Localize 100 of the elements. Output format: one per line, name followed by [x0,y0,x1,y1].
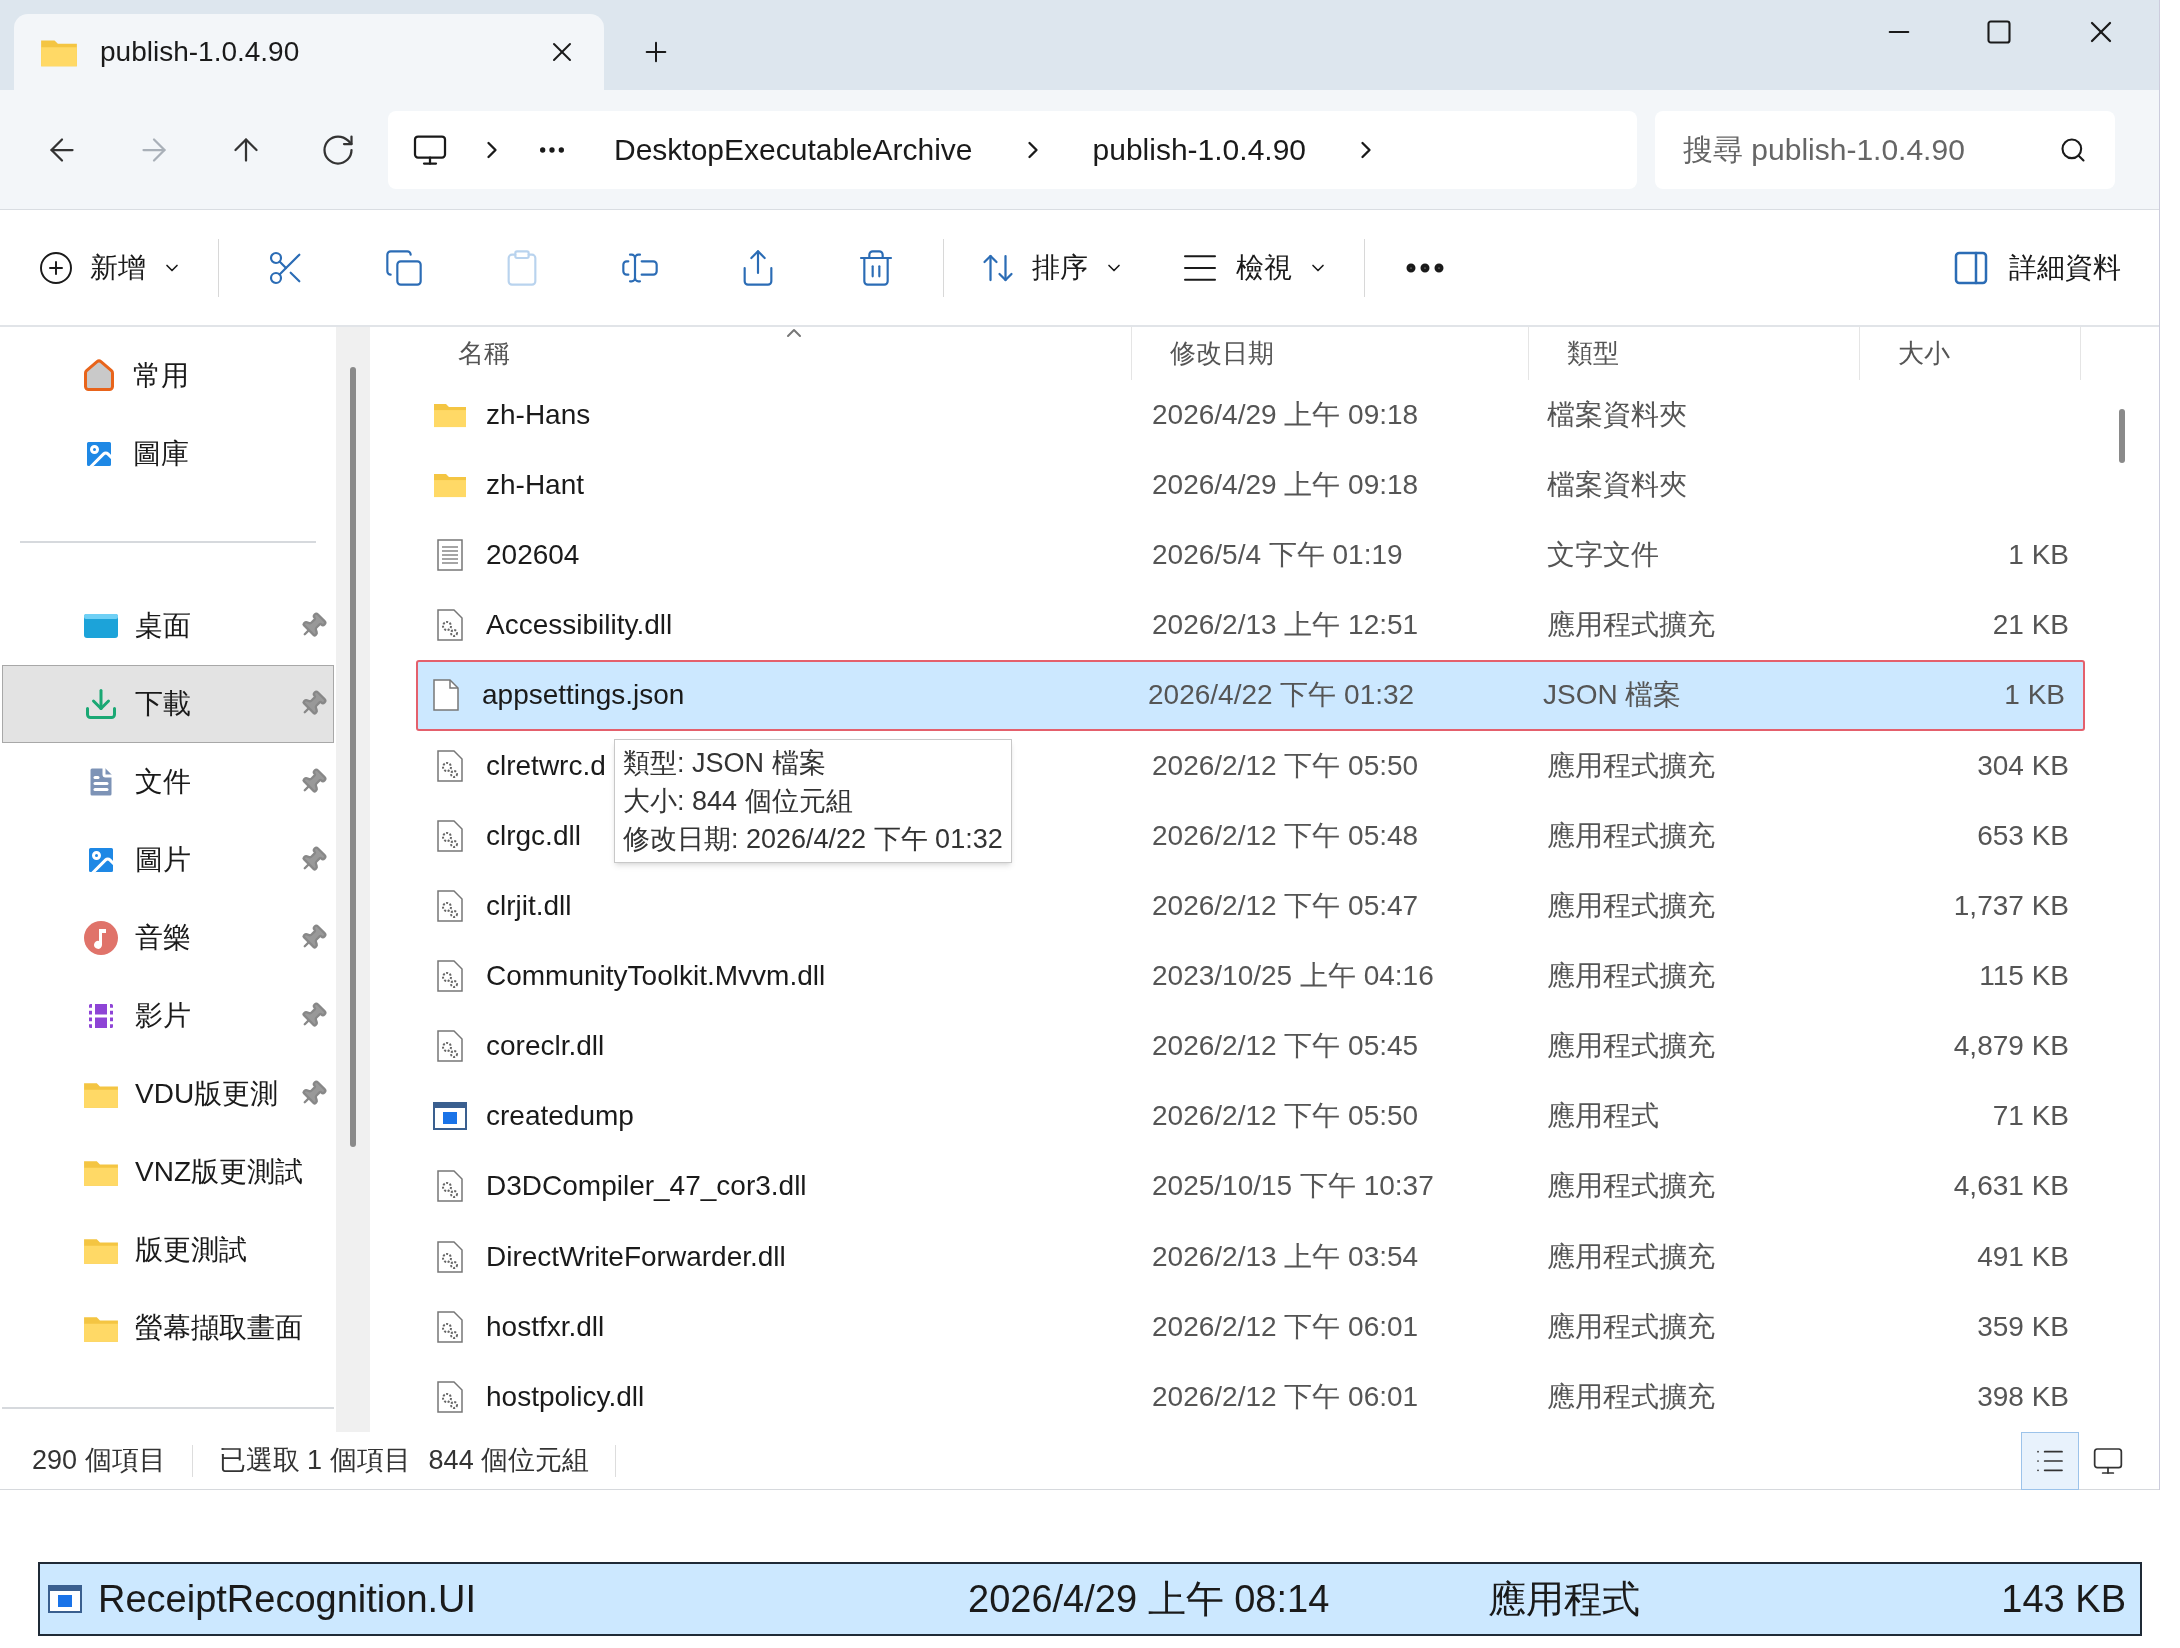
sidebar-item[interactable]: 圖庫 [0,415,336,493]
gear-file-icon [437,1380,463,1413]
sidebar-item[interactable]: 圖片 [2,821,334,899]
file-size: 21 KB [1992,609,2069,641]
file-size: 1,737 KB [1953,889,2069,921]
gear-file-icon [437,960,463,992]
sidebar-item[interactable]: 影片 [2,977,334,1055]
file-type: 檔案資料夾 [1546,468,1688,502]
column-header[interactable]: 大小 [1860,327,2081,380]
tooltip-line: 大小: 844 個位元組 [623,785,854,818]
file-name: clretwrc.d [486,748,606,783]
sidebar-item[interactable]: 下載 [2,665,334,743]
file-size: 1 KB [2008,539,2069,571]
gear-file-icon [437,1240,463,1273]
file-name: coreclr.dll [486,1029,605,1064]
new-button[interactable]: 新增 [38,246,218,289]
sidebar-label: 桌面 [135,609,192,643]
modified-date: 2026/2/12 下午 05:50 [1151,748,1420,783]
sidebar-item[interactable]: 桌面 [2,587,334,665]
file-type: 應用程式擴充 [1546,1169,1716,1204]
file-icon [433,679,459,712]
sidebar-label: VNZ版更測試 [135,1155,304,1189]
copy-icon [384,247,424,288]
file-size: 115 KB [1979,960,2069,991]
gear-file-icon [437,749,463,782]
file-name: clrjit.dll [486,888,572,923]
column-header[interactable]: 修改日期 [1132,327,1529,380]
sidebar-label: 圖片 [135,843,192,877]
file-type: 應用程式擴充 [1546,1379,1716,1414]
gear-file-icon [437,1030,463,1063]
file-type: 檔案資料夾 [1546,397,1688,432]
modified-date: 2026/2/12 下午 05:47 [1151,888,1420,923]
application-icon [48,1585,82,1613]
sidebar-item[interactable]: VNZ版更測試 [2,1133,334,1211]
list-scrollbar-thumb[interactable] [2119,409,2125,463]
sidebar-label: VDU版更測 [135,1077,280,1111]
sidebar-item[interactable]: 常用 [0,337,336,415]
modified-date: 2026/2/12 下午 05:45 [1151,1029,1420,1064]
selected-file-row[interactable]: appsettings.json 2026/4/22 下午 01:32 JSON 檔案 1 KB [416,660,2085,731]
sidebar-label: 螢幕擷取畫面 [135,1311,304,1345]
file-name: createdump [486,1099,634,1134]
sidebar-item[interactable]: 音樂 [2,899,334,977]
file-size: 71 KB [1992,1100,2069,1132]
sidebar-item[interactable]: 版更測試 [2,1211,334,1289]
item-count: 290 個項目 [32,1444,166,1478]
file-size: 143 KB [2000,1576,2126,1622]
modified-date: 2026/2/12 下午 05:50 [1151,1099,1420,1134]
column-header[interactable]: 類型 [1529,327,1860,380]
folder-icon [433,471,467,499]
search-field[interactable]: 搜尋 publish-1.0.4.90 [1655,110,2115,189]
sidebar-label: 版更測試 [135,1233,248,1267]
modified-date: 2023/10/25 上午 04:16 [1151,959,1435,993]
details-view-button[interactable] [2021,1431,2079,1490]
maximize-icon[interactable] [1985,18,2013,46]
file-name: hostpolicy.dll [486,1379,645,1414]
sidebar-item[interactable]: 文件 [2,743,334,821]
selection-count: 已選取 1 個項目 [218,1444,411,1478]
file-type: 應用程式擴充 [1546,1029,1716,1064]
window-tab[interactable]: publish-1.0.4.90 [14,14,604,90]
sidebar-item[interactable]: VDU版更測 [2,1055,334,1133]
file-name: D3DCompiler_47_cor3.dll [486,1169,807,1204]
view-label: 檢視 [1236,250,1292,285]
details-label: 詳細資料 [2009,250,2121,285]
file-name: Accessibility.dll [486,608,673,643]
text-file-icon [437,539,463,572]
download-icon [83,686,119,722]
gear-file-icon [437,1170,463,1203]
modified-date: 2026/4/29 上午 08:14 [968,1576,1331,1622]
sidebar-label: 常用 [133,359,190,393]
file-type: 應用程式擴充 [1546,748,1716,783]
tooltip-line: 修改日期: 2026/4/22 下午 01:32 [623,823,1003,856]
file-name: ReceiptRecognition.UI [98,1576,477,1622]
tab-title: publish-1.0.4.90 [100,35,301,69]
home-icon [81,358,117,394]
address-bar[interactable]: DesktopExecutableArchive publish-1.0.4.90 [388,110,1637,189]
file-type: 應用程式 [1488,1576,1641,1622]
details-pane-button[interactable]: 詳細資料 [1951,246,2121,289]
tooltip-line: 類型: JSON 檔案 [623,747,827,780]
file-size: 1 KB [2004,679,2065,711]
sidebar-item[interactable]: 螢幕擷取畫面 [2,1289,334,1367]
breadcrumb[interactable]: publish-1.0.4.90 [1092,127,1307,172]
breadcrumb[interactable]: DesktopExecutableArchive [614,127,973,172]
file-name: 202604 [486,538,580,573]
modified-date: 2025/10/15 下午 10:37 [1151,1169,1435,1204]
scrollbar-thumb[interactable] [350,367,356,1147]
sort-label: 排序 [1032,250,1088,285]
file-type: 應用程式擴充 [1546,1309,1716,1344]
sort-button[interactable]: 排序 [944,246,1180,289]
modified-date: 2026/2/12 下午 06:01 [1151,1309,1420,1344]
file-type: JSON 檔案 [1542,678,1683,713]
modified-date: 2026/4/22 下午 01:32 [1147,678,1416,713]
modified-date: 2026/2/13 上午 03:54 [1151,1239,1420,1274]
modified-date: 2026/2/12 下午 05:48 [1151,818,1420,853]
view-button[interactable]: 檢視 [1180,246,1364,289]
file-name: hostfxr.dll [486,1309,605,1344]
column-header[interactable]: 名稱 [420,327,1132,380]
file-size: 4,631 KB [1953,1170,2069,1202]
modified-date: 2026/2/13 上午 12:51 [1151,608,1420,643]
file-name: clrgc.dll [486,818,581,853]
file-type: 應用程式擴充 [1546,608,1716,643]
